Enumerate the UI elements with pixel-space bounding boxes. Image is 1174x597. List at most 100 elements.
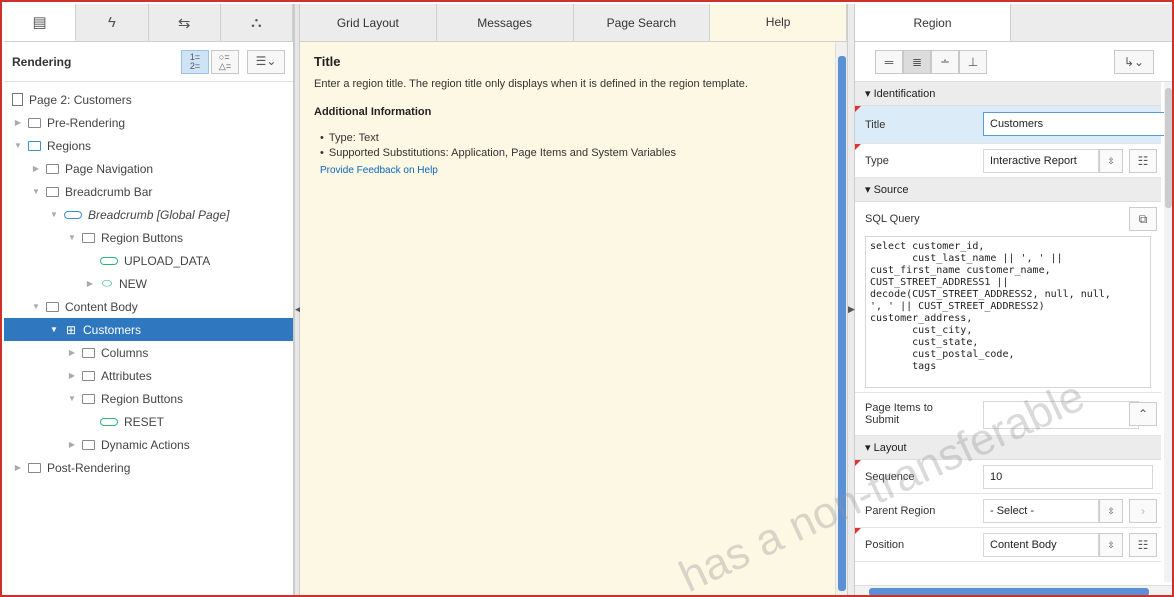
collapse-icon[interactable]: ▼: [66, 394, 78, 403]
tree-node-reset[interactable]: RESET: [4, 410, 293, 433]
scrollbar-thumb[interactable]: [869, 588, 1149, 595]
folder-icon: [82, 439, 95, 450]
right-tab-bar: Region: [855, 4, 1172, 42]
expand-icon[interactable]: ▶: [66, 348, 78, 357]
tab-messages[interactable]: Messages: [437, 4, 574, 41]
show-all-button[interactable]: ≣: [903, 49, 931, 74]
required-marker: [855, 460, 861, 466]
prop-page-items: Page Items to Submit ⌃: [855, 392, 1161, 436]
type-select[interactable]: Interactive Report: [983, 149, 1099, 173]
section-layout[interactable]: ▾ Layout: [855, 436, 1161, 460]
page-items-input[interactable]: [983, 401, 1139, 429]
prop-label: Sequence: [865, 470, 915, 483]
tree-node-dynamic-actions[interactable]: ▶ Dynamic Actions: [4, 433, 293, 456]
dynamic-actions-icon: ϟ: [107, 14, 116, 31]
collapse-icon[interactable]: ▼: [12, 141, 24, 150]
tree-node-pre-rendering[interactable]: ▶ Pre-Rendering: [4, 111, 293, 134]
tree-node-breadcrumb-global[interactable]: ▼ Breadcrumb [Global Page]: [4, 203, 293, 226]
collapse-icon[interactable]: ▼: [30, 187, 42, 196]
parent-region-select[interactable]: - Select -: [983, 499, 1099, 523]
collapse-icon[interactable]: ▼: [66, 233, 78, 242]
collapse-icon[interactable]: ▼: [30, 302, 42, 311]
scrollbar-thumb[interactable]: [838, 56, 846, 591]
right-splitter[interactable]: ▶: [847, 4, 855, 595]
tree-node-regions[interactable]: ▼ Regions: [4, 134, 293, 157]
collapse-icon[interactable]: ▼: [48, 210, 60, 219]
processing-icon: ⇆: [177, 14, 191, 32]
folder-icon: [28, 462, 41, 473]
prop-label: SQL Query: [865, 213, 920, 225]
help-title: Title: [314, 54, 341, 69]
show-common-button[interactable]: ═: [875, 49, 903, 74]
tree-node-page[interactable]: Page 2: Customers: [4, 88, 293, 111]
select-arrows-icon[interactable]: ⇳: [1099, 533, 1123, 557]
property-horizontal-scrollbar[interactable]: [855, 585, 1172, 595]
scrollbar-thumb[interactable]: [1165, 88, 1172, 208]
required-marker: [855, 144, 861, 150]
sequence-input[interactable]: 10: [983, 465, 1153, 489]
tab-processing[interactable]: ⇆: [149, 4, 221, 41]
select-arrows-icon[interactable]: ⇳: [1099, 149, 1123, 173]
tab-grid-layout[interactable]: Grid Layout: [300, 4, 437, 41]
rendering-tree: Page 2: Customers ▶ Pre-Rendering ▼ Regi…: [4, 88, 293, 479]
list-icon[interactable]: ☷: [1129, 533, 1157, 557]
tree-node-region-buttons[interactable]: ▼ Region Buttons: [4, 226, 293, 249]
feedback-link[interactable]: Provide Feedback on Help: [314, 165, 438, 176]
property-list: ▾ Identification Title Customers Type In…: [855, 82, 1169, 562]
tab-help[interactable]: Help: [710, 4, 847, 41]
help-scrollbar[interactable]: [835, 42, 847, 595]
property-editor: Region ═ ≣ ∸ ⊥ ↳⌄ ▾ Identification Title…: [855, 4, 1172, 595]
list-icon[interactable]: ☷: [1129, 149, 1157, 173]
prop-label: Position: [865, 538, 905, 551]
chevron-up-icon[interactable]: ⌃: [1129, 402, 1157, 426]
section-source[interactable]: ▾ Source: [855, 178, 1161, 202]
help-panel: Grid Layout Messages Page Search Help Ti…: [300, 4, 847, 595]
property-vertical-scrollbar[interactable]: [1164, 82, 1172, 582]
collapse-right-icon[interactable]: ▶: [848, 304, 855, 315]
tree-node-content-body[interactable]: ▼ Content Body: [4, 295, 293, 318]
position-select[interactable]: Content Body: [983, 533, 1099, 557]
common-icon: ═: [884, 54, 894, 69]
expand-icon[interactable]: ▶: [12, 118, 24, 127]
expand-icon[interactable]: ▶: [66, 440, 78, 449]
expand-icon[interactable]: ▶: [66, 371, 78, 380]
tab-region[interactable]: Region: [855, 4, 1011, 41]
tree-node-customers[interactable]: ▼ ⊞ Customers: [4, 318, 293, 341]
tab-dynamic-actions[interactable]: ϟ: [76, 4, 149, 41]
tree-node-page-navigation[interactable]: ▶ Page Navigation: [4, 157, 293, 180]
tree-node-upload-data[interactable]: UPLOAD_DATA: [4, 249, 293, 272]
expand-icon[interactable]: ▶: [84, 279, 96, 288]
tree-node-new[interactable]: ▶ ⬭ NEW: [4, 272, 293, 295]
collapse-all-button[interactable]: ∸: [931, 49, 959, 74]
interactive-report-icon: ⊞: [65, 322, 77, 337]
code-editor-icon[interactable]: ⧉: [1129, 207, 1157, 231]
tree-node-breadcrumb-bar[interactable]: ▼ Breadcrumb Bar: [4, 180, 293, 203]
expand-all-button[interactable]: ⊥: [959, 49, 987, 74]
tab-page-search[interactable]: Page Search: [574, 4, 711, 41]
go-to-group-button[interactable]: ↳⌄: [1114, 49, 1154, 74]
expand-icon: ⊥: [967, 54, 979, 69]
expand-icon[interactable]: ▶: [30, 164, 42, 173]
button-icon: [100, 417, 118, 426]
tree-node-region-buttons-2[interactable]: ▼ Region Buttons: [4, 387, 293, 410]
tree-node-post-rendering[interactable]: ▶ Post-Rendering: [4, 456, 293, 479]
select-arrows-icon[interactable]: ⇳: [1099, 499, 1123, 523]
order-by-processing-button[interactable]: 1= 2=: [181, 49, 209, 74]
app-frame: ▤ ϟ ⇆ ⛬ Rendering 1= 2= ○= △= ☰⌄ Page 2: C…: [0, 0, 1174, 597]
sql-query-editor[interactable]: select customer_id, cust_last_name || ',…: [865, 236, 1151, 388]
chevron-right-icon[interactable]: ›: [1129, 499, 1157, 523]
tab-shared-components[interactable]: ⛬: [221, 4, 293, 41]
tab-rendering[interactable]: ▤: [4, 4, 77, 41]
view-menu-button[interactable]: ☰⌄: [247, 49, 285, 74]
tree-node-attributes[interactable]: ▶ Attributes: [4, 364, 293, 387]
title-input[interactable]: Customers: [983, 112, 1169, 136]
open-folder-icon: [82, 232, 95, 243]
tree-label: NEW: [119, 276, 147, 291]
collapse-icon[interactable]: ▼: [48, 325, 60, 334]
order-by-component-button[interactable]: ○= △=: [211, 49, 239, 74]
help-bullet: Type: Text: [314, 132, 833, 144]
section-identification[interactable]: ▾ Identification: [855, 82, 1161, 106]
button-icon: ⬭: [101, 276, 113, 290]
expand-icon[interactable]: ▶: [12, 463, 24, 472]
tree-node-columns[interactable]: ▶ Columns: [4, 341, 293, 364]
